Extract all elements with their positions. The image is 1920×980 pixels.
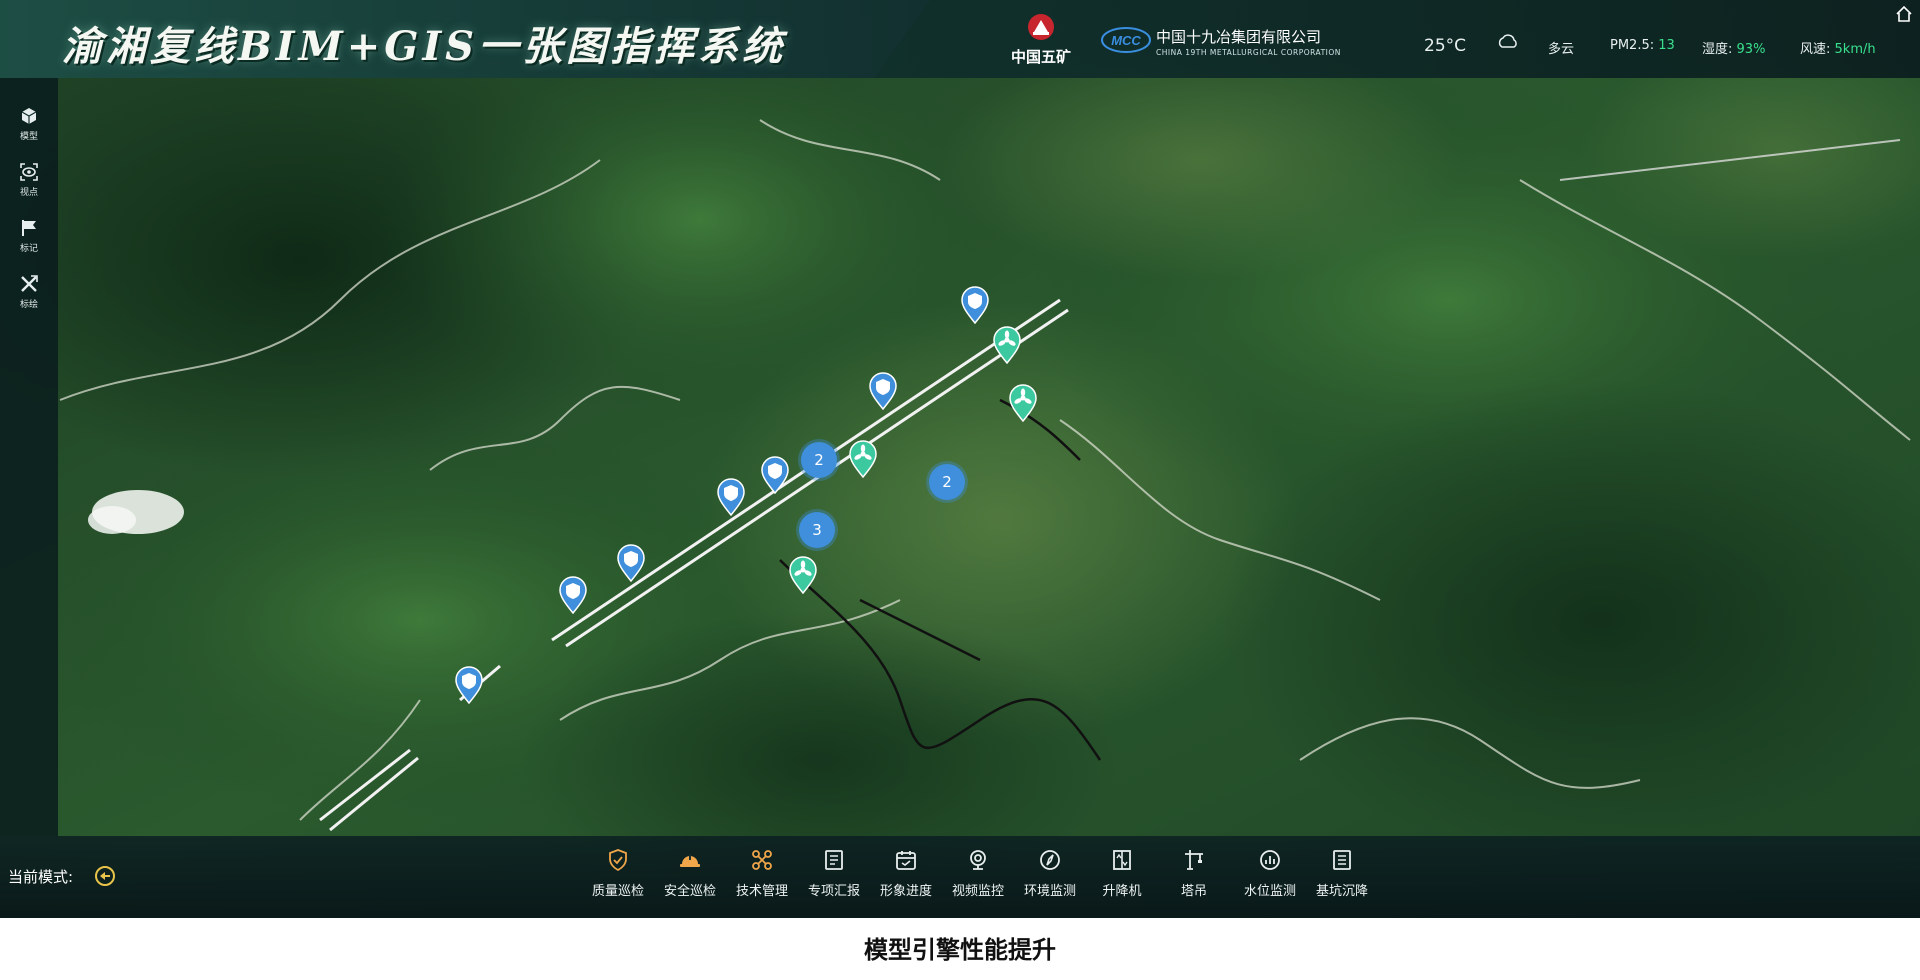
shield-pin-icon[interactable]: [454, 666, 484, 704]
btn-image-progress[interactable]: 形象进度: [870, 848, 942, 908]
btn-special-report-label: 专项汇报: [807, 884, 860, 899]
btn-water-level[interactable]: 水位监测: [1234, 848, 1306, 908]
fan-pin-icon[interactable]: [992, 326, 1022, 364]
btn-elevator[interactable]: 升降机: [1086, 848, 1158, 908]
weather-temperature: 25°C: [1424, 36, 1467, 56]
app-window: 2 2 3 渝湘复线BIM+GIS一张图指挥系统 中国五矿 MCC 中国十九冶集…: [0, 0, 1920, 918]
shield-pin-icon[interactable]: [760, 456, 790, 494]
mcc-name-cn: 中国十九冶集团有限公司: [1156, 28, 1322, 46]
wind-label: 风速:: [1800, 42, 1831, 57]
compass-icon: [1040, 850, 1060, 870]
pm25-label: PM2.5:: [1610, 38, 1655, 53]
tool-plot-label: 标绘: [19, 300, 38, 310]
btn-quality-inspection-label: 质量巡检: [591, 884, 644, 899]
map-cluster-marker[interactable]: 2: [801, 442, 837, 478]
crane-icon: [1185, 850, 1203, 870]
tool-model[interactable]: 模型: [0, 106, 58, 154]
water-level-icon: [1260, 850, 1280, 870]
weather-description: 多云: [1548, 42, 1575, 57]
camera-icon: [970, 850, 986, 870]
tool-mark[interactable]: 标记: [0, 218, 58, 266]
bottom-toolbar: 当前模式: 质量巡检 安全巡检 技术管理 专项汇报 形象进度 视频监控 环境监测…: [0, 836, 1920, 918]
map-cluster-marker[interactable]: 2: [929, 464, 965, 500]
btn-environment-monitor[interactable]: 环境监测: [1014, 848, 1086, 908]
btn-image-progress-label: 形象进度: [879, 884, 932, 899]
shield-pin-icon[interactable]: [558, 576, 588, 614]
humidity-value: 93%: [1736, 42, 1766, 57]
minmetals-emblem-icon: [1028, 14, 1054, 40]
top-header: 渝湘复线BIM+GIS一张图指挥系统 中国五矿 MCC 中国十九冶集团有限公司 …: [0, 0, 1920, 78]
report-icon: [825, 850, 843, 870]
shield-pin-icon[interactable]: [868, 372, 898, 410]
wind-value: 5km/h: [1834, 42, 1876, 57]
weather-pm25: PM2.5: 13: [1610, 38, 1675, 53]
tool-plot[interactable]: 标绘: [0, 274, 58, 322]
terrain-map[interactable]: [0, 0, 1920, 918]
mcc-mark-icon: MCC: [1101, 27, 1151, 53]
shield-pin-icon[interactable]: [960, 286, 990, 324]
video-caption: 模型引擎性能提升: [864, 936, 1056, 964]
humidity-label: 湿度:: [1702, 42, 1733, 57]
weather-wind: 风速: 5km/h: [1800, 38, 1876, 57]
btn-tech-management-label: 技术管理: [735, 884, 788, 899]
fan-pin-icon[interactable]: [1008, 384, 1038, 422]
shield-check-icon: [609, 849, 627, 872]
btn-elevator-label: 升降机: [1102, 884, 1142, 899]
btn-quality-inspection[interactable]: 质量巡检: [582, 848, 654, 908]
mode-icon[interactable]: [94, 865, 116, 887]
viewpoint-icon: [20, 163, 38, 181]
pm25-value: 13: [1658, 38, 1675, 53]
nodes-icon: [752, 850, 772, 870]
minmetals-logo: 中国五矿: [998, 12, 1084, 70]
btn-water-level-label: 水位监测: [1243, 884, 1296, 899]
plot-icon: [21, 275, 38, 292]
btn-tower-crane[interactable]: 塔吊: [1158, 848, 1230, 908]
home-icon[interactable]: [1894, 4, 1914, 24]
mcc-name-en: CHINA 19TH METALLURGICAL CORPORATION: [1156, 48, 1341, 57]
settlement-icon: [1333, 850, 1351, 870]
btn-safety-inspection-label: 安全巡检: [663, 884, 716, 899]
tool-mark-label: 标记: [19, 244, 38, 254]
btn-special-report[interactable]: 专项汇报: [798, 848, 870, 908]
minmetals-name: 中国五矿: [1010, 48, 1071, 66]
tool-viewpoint-label: 视点: [19, 188, 38, 198]
weather-humidity: 湿度: 93%: [1702, 38, 1765, 57]
calendar-icon: [896, 851, 916, 870]
fan-pin-icon[interactable]: [788, 556, 818, 594]
shield-pin-icon[interactable]: [616, 544, 646, 582]
btn-pit-settlement[interactable]: 基坑沉降: [1306, 848, 1378, 908]
btn-pit-settlement-label: 基坑沉降: [1315, 884, 1368, 899]
btn-environment-monitor-label: 环境监测: [1023, 884, 1076, 899]
svg-text:MCC: MCC: [1111, 33, 1141, 48]
tool-model-label: 模型: [19, 132, 38, 142]
page-title: 渝湘复线BIM+GIS一张图指挥系统: [62, 23, 787, 70]
btn-safety-inspection[interactable]: 安全巡检: [654, 848, 726, 908]
btn-video-monitor-label: 视频监控: [951, 884, 1004, 899]
current-mode-label: 当前模式:: [8, 868, 74, 886]
cube-icon: [21, 108, 37, 124]
helmet-icon: [680, 854, 700, 867]
fan-pin-icon[interactable]: [848, 440, 878, 478]
cloudy-icon: [1498, 34, 1517, 48]
elevator-icon: [1113, 850, 1131, 870]
btn-video-monitor[interactable]: 视频监控: [942, 848, 1014, 908]
btn-tower-crane-label: 塔吊: [1180, 884, 1207, 899]
mcc-logo: MCC 中国十九冶集团有限公司 CHINA 19TH METALLURGICAL…: [1100, 22, 1360, 62]
map-cluster-marker[interactable]: 3: [799, 512, 835, 548]
flag-icon: [22, 220, 36, 236]
btn-tech-management[interactable]: 技术管理: [726, 848, 798, 908]
tool-viewpoint[interactable]: 视点: [0, 162, 58, 210]
left-toolbar: 模型 视点 标记 标绘: [0, 78, 58, 836]
shield-pin-icon[interactable]: [716, 478, 746, 516]
